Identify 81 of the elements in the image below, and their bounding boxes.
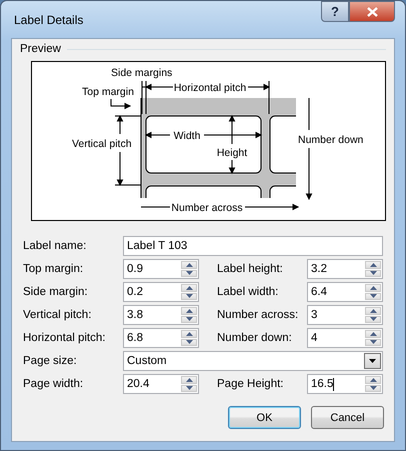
down-arrow-icon	[186, 294, 192, 298]
spin-up-button[interactable]	[181, 330, 197, 338]
down-arrow-icon	[186, 340, 192, 344]
spin-down-button[interactable]	[181, 270, 197, 277]
diagram-label: Vertical pitch	[72, 138, 132, 150]
field-label: Label width:	[216, 286, 280, 298]
close-icon	[366, 6, 378, 16]
spin-down-button[interactable]	[181, 292, 197, 300]
field-label: Vertical pitch:	[23, 309, 92, 321]
number-field[interactable]: 3.8	[123, 305, 199, 325]
spin-down-button[interactable]	[365, 338, 381, 346]
number-field[interactable]: 20.4	[123, 374, 199, 394]
number-field[interactable]: 3	[307, 305, 383, 325]
spin-up-button[interactable]	[181, 261, 197, 268]
down-arrow-icon	[370, 386, 376, 390]
down-arrow-icon	[370, 294, 376, 298]
spin-down-button[interactable]	[365, 270, 381, 277]
diagram-label: Number across	[171, 202, 243, 214]
number-field[interactable]: 0.9	[123, 259, 199, 279]
number-field[interactable]: 3.2	[307, 259, 383, 279]
up-arrow-icon	[186, 262, 192, 267]
ok-button[interactable]: OK	[228, 406, 301, 429]
spin-down-button[interactable]	[365, 384, 381, 392]
up-arrow-icon	[186, 286, 192, 290]
spin-down-button[interactable]	[181, 338, 197, 346]
help-button[interactable]: ?	[321, 1, 349, 22]
cancel-button[interactable]: Cancel	[311, 406, 384, 429]
diagram-label: Horizontal pitch	[174, 82, 246, 94]
window-title: Label Details	[13, 12, 84, 26]
field-label: Label name:	[23, 240, 88, 252]
up-arrow-icon	[370, 286, 376, 290]
field-label: Page Height:	[216, 378, 284, 390]
diagram-label: Top margin	[82, 86, 134, 98]
up-arrow-icon	[186, 308, 192, 313]
spin-down-button[interactable]	[181, 316, 197, 323]
field-label: Label height:	[216, 263, 284, 275]
up-arrow-icon	[370, 332, 376, 336]
group-title: Preview	[20, 43, 61, 55]
up-arrow-icon	[186, 332, 192, 336]
field-label: Horizontal pitch:	[23, 332, 106, 344]
down-arrow-icon	[370, 317, 376, 322]
spin-up-button[interactable]	[365, 376, 381, 384]
field-label: Number down:	[216, 332, 293, 344]
up-arrow-icon	[370, 262, 376, 267]
spin-up-button[interactable]	[365, 330, 381, 338]
diagram-label: Height	[216, 147, 248, 159]
down-arrow-icon	[370, 271, 376, 276]
field-label: Side margin:	[23, 286, 89, 298]
field-label: Page width:	[23, 378, 84, 390]
up-arrow-icon	[186, 378, 192, 382]
number-field[interactable]: 16.5	[307, 374, 383, 394]
diagram-label: Number down	[298, 134, 364, 146]
field-label: Number across:	[216, 309, 299, 321]
number-field[interactable]: 4	[307, 328, 383, 348]
spin-up-button[interactable]	[365, 307, 381, 314]
number-field[interactable]: 0.2	[123, 282, 199, 302]
field-label: Page size:	[23, 355, 78, 367]
spin-down-button[interactable]	[181, 384, 197, 392]
dropdown-arrow-icon	[369, 359, 376, 363]
spin-up-button[interactable]	[365, 261, 381, 268]
number-field[interactable]: 6.4	[307, 282, 383, 302]
down-arrow-icon	[186, 271, 192, 276]
spin-up-button[interactable]	[365, 284, 381, 292]
down-arrow-icon	[370, 340, 376, 344]
up-arrow-icon	[370, 308, 376, 313]
spin-down-button[interactable]	[365, 292, 381, 300]
down-arrow-icon	[186, 386, 192, 390]
field-label: Top margin:	[23, 263, 84, 275]
diagram-label: Side margins	[111, 67, 172, 79]
diagram-label: Width	[174, 130, 200, 142]
spin-up-button[interactable]	[181, 307, 197, 314]
text-field[interactable]: Label T 103	[123, 236, 383, 256]
number-field[interactable]: 6.8	[123, 328, 199, 348]
up-arrow-icon	[370, 378, 376, 382]
spin-up-button[interactable]	[181, 284, 197, 292]
dropdown[interactable]: Custom	[123, 351, 383, 371]
close-button[interactable]	[349, 1, 395, 22]
spin-up-button[interactable]	[181, 376, 197, 384]
top-margin-arrow	[110, 98, 132, 110]
down-arrow-icon	[186, 317, 192, 322]
spin-down-button[interactable]	[365, 316, 381, 323]
